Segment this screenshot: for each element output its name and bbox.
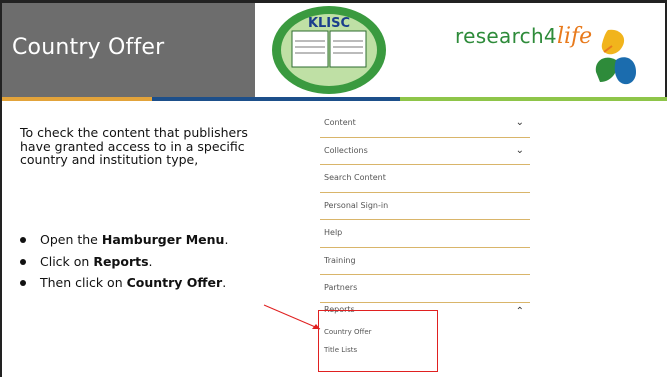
menu-item-training[interactable]: Training [320,248,530,275]
menu-item-label: Collections [324,145,368,155]
bullet-text: Then click on [40,275,127,290]
menu-item-content[interactable]: Content ⌄ [320,110,530,138]
bullet-suffix: . [148,253,153,269]
instruction-list: Open the Hamburger Menu. Click on Report… [18,233,283,298]
list-item: Then click on Country Offer. [18,276,283,290]
bullet-bold-text: Reports [93,253,149,269]
menu-item-partners[interactable]: Partners [320,275,530,303]
research4life-logo: research4life [455,24,592,49]
chevron-up-icon[interactable]: ⌃ [516,305,524,319]
highlight-box [318,310,438,372]
list-item: Open the Hamburger Menu. [18,233,283,247]
menu-item-collections[interactable]: Collections ⌄ [320,138,530,165]
callout-arrow-icon [263,304,321,330]
bullet-suffix: . [222,275,227,290]
title-banner: Country Offer [2,3,255,97]
bullet-text: Click on [40,253,94,269]
list-item: Click on Reports. [18,253,283,269]
menu-item-label: Content [324,118,356,127]
klisc-logo: KLISC [272,6,386,94]
menu-item-search-content[interactable]: Search Content [320,165,530,193]
r4l-logo-prefix: research4 [455,24,557,48]
research4life-leaf-icon [595,29,636,85]
chevron-down-icon[interactable]: ⌄ [516,138,524,164]
accent-bar-green [400,97,667,101]
menu-item-label: Partners [324,283,358,292]
menu-item-label: Help [324,228,343,237]
menu-item-help[interactable]: Help [320,220,530,248]
bullet-bold-text: Country Offer [126,275,223,290]
page-title: Country Offer [12,35,165,60]
r4l-logo-life: life [556,24,593,49]
menu-item-label: Search Content [324,173,386,182]
slide: Country Offer KLISC research4life To che… [0,0,667,377]
menu-item-label: Training [324,255,356,265]
menu-item-personal-sign-in[interactable]: Personal Sign-in [320,193,530,220]
klisc-logo-text: KLISC [308,16,350,31]
chevron-down-icon[interactable]: ⌄ [516,110,524,136]
accent-bar-blue [152,97,400,101]
bullet-suffix: . [224,232,229,247]
bullet-text: Open the [40,232,102,247]
bullet-bold-text: Hamburger Menu [101,232,225,247]
intro-text: To check the content that publishers hav… [20,125,248,167]
menu-item-label: Personal Sign-in [324,200,389,210]
accent-bar-orange [2,97,152,101]
